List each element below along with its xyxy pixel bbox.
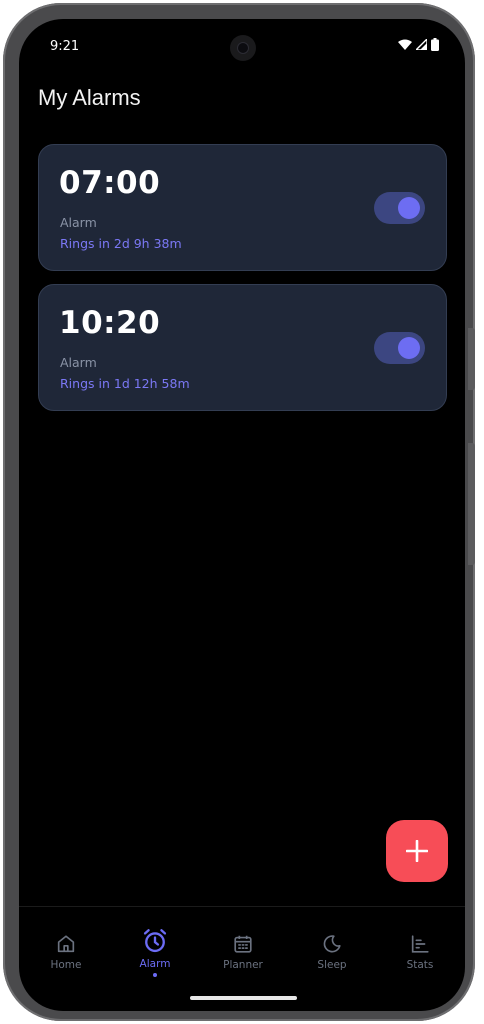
- phone-frame: 9:21 My Alarms 07:00 Alarm Rings in 2d 9…: [3, 3, 475, 1021]
- nav-item-sleep[interactable]: Sleep: [292, 933, 372, 971]
- status-bar: 9:21: [19, 19, 465, 75]
- add-alarm-button[interactable]: [386, 820, 448, 882]
- front-camera: [230, 35, 256, 61]
- alarm-toggle[interactable]: [374, 192, 425, 224]
- alarm-toggle[interactable]: [374, 332, 425, 364]
- status-icons: [398, 38, 439, 51]
- alarm-card[interactable]: 10:20 Alarm Rings in 1d 12h 58m: [38, 284, 447, 411]
- home-indicator[interactable]: [190, 996, 297, 1000]
- signal-icon: [416, 39, 427, 50]
- nav-label: Home: [50, 959, 82, 971]
- power-button: [468, 443, 475, 565]
- alarm-countdown: Rings in 1d 12h 58m: [60, 376, 190, 391]
- nav-label: Alarm: [139, 958, 171, 970]
- nav-item-home[interactable]: Home: [26, 933, 106, 971]
- bar-chart-icon: [411, 935, 429, 953]
- nav-item-planner[interactable]: Planner: [203, 933, 283, 971]
- home-icon: [57, 935, 75, 953]
- wifi-icon: [398, 39, 412, 50]
- alarm-card[interactable]: 07:00 Alarm Rings in 2d 9h 38m: [38, 144, 447, 271]
- plus-icon: [406, 840, 428, 862]
- calendar-icon: [234, 935, 252, 953]
- alarm-clock-icon: [143, 929, 167, 953]
- toggle-knob: [398, 197, 420, 219]
- alarm-label: Alarm: [60, 355, 97, 370]
- toggle-knob: [398, 337, 420, 359]
- nav-label: Planner: [223, 959, 263, 971]
- nav-label: Sleep: [317, 959, 347, 971]
- moon-icon: [323, 935, 341, 953]
- alarm-time: 07:00: [59, 165, 161, 201]
- battery-icon: [431, 38, 439, 51]
- page-title: My Alarms: [38, 85, 141, 110]
- alarm-countdown: Rings in 2d 9h 38m: [60, 236, 182, 251]
- nav-item-stats[interactable]: Stats: [380, 933, 460, 971]
- screen: 9:21 My Alarms 07:00 Alarm Rings in 2d 9…: [19, 19, 465, 1011]
- nav-item-alarm[interactable]: Alarm: [115, 927, 195, 977]
- alarm-label: Alarm: [60, 215, 97, 230]
- volume-button: [468, 328, 475, 390]
- alarm-time: 10:20: [59, 305, 161, 341]
- nav-label: Stats: [406, 959, 434, 971]
- status-time: 9:21: [50, 39, 80, 54]
- active-indicator: [153, 973, 157, 977]
